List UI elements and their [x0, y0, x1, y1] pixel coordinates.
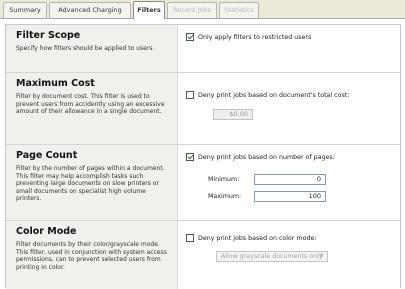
- deny-by-cost-label: Deny print jobs based on document's tota…: [198, 91, 350, 99]
- only-restricted-users-label: Only apply filters to restricted users: [198, 33, 312, 41]
- maximum-cost-section: Maximum Cost Filter by document cost. Th…: [6, 73, 400, 145]
- tab-statistics[interactable]: Statistics: [219, 2, 259, 18]
- maximum-pages-label: Maximum:: [208, 193, 242, 200]
- deny-by-pages-label: Deny print jobs based on number of pages…: [198, 153, 335, 161]
- tab-advanced-charging[interactable]: Advanced Charging: [49, 2, 131, 18]
- deny-by-color-option[interactable]: Deny print jobs based on color mode:: [186, 234, 316, 242]
- minimum-pages-label: Minimum:: [208, 176, 240, 183]
- tab-recent-jobs[interactable]: Recent Jobs: [167, 2, 217, 18]
- filters-panel: Filter Scope Specify how filters should …: [5, 24, 401, 289]
- filter-scope-title: Filter Scope: [16, 30, 81, 41]
- page-count-description: Filter by the number of pages within a d…: [16, 165, 165, 202]
- tab-summary[interactable]: Summary: [3, 2, 47, 18]
- maximum-cost-title: Maximum Cost: [16, 78, 95, 89]
- page-count-options: Deny print jobs based on number of pages…: [178, 145, 400, 220]
- filter-scope-info: Filter Scope Specify how filters should …: [6, 25, 178, 72]
- page-count-section: Page Count Filter by the number of pages…: [6, 145, 400, 221]
- minimum-pages-input[interactable]: 0: [254, 174, 326, 185]
- color-mode-description: Filter documents by their color/grayscal…: [16, 241, 167, 271]
- color-mode-section: Color Mode Filter documents by their col…: [6, 221, 400, 289]
- only-restricted-users-checkbox[interactable]: [186, 33, 194, 41]
- deny-by-cost-checkbox[interactable]: [186, 91, 194, 99]
- filter-scope-section: Filter Scope Specify how filters should …: [6, 25, 400, 73]
- maximum-cost-options: Deny print jobs based on document's tota…: [178, 73, 400, 144]
- tab-bar: Summary Advanced Charging Filters Recent…: [0, 0, 405, 19]
- color-mode-info: Color Mode Filter documents by their col…: [6, 221, 178, 289]
- tab-filters[interactable]: Filters: [133, 1, 165, 19]
- deny-by-cost-option[interactable]: Deny print jobs based on document's tota…: [186, 91, 349, 99]
- maximum-cost-info: Maximum Cost Filter by document cost. Th…: [6, 73, 178, 144]
- max-cost-input[interactable]: $0.00: [213, 109, 253, 120]
- maximum-cost-description: Filter by document cost. This filter is …: [16, 93, 165, 115]
- color-mode-options: Deny print jobs based on color mode: All…: [178, 221, 400, 289]
- color-mode-select[interactable]: Allow grayscale documents only ▼: [216, 251, 328, 262]
- deny-by-pages-checkbox[interactable]: [186, 153, 194, 161]
- filter-scope-description: Specify how filters should be applied to…: [16, 45, 155, 52]
- page-count-info: Page Count Filter by the number of pages…: [6, 145, 178, 220]
- page-count-title: Page Count: [16, 150, 78, 161]
- deny-by-pages-option[interactable]: Deny print jobs based on number of pages…: [186, 153, 335, 161]
- deny-by-color-label: Deny print jobs based on color mode:: [198, 234, 317, 242]
- color-mode-select-value: Allow grayscale documents only: [221, 253, 323, 260]
- maximum-pages-input[interactable]: 100: [254, 191, 326, 202]
- only-restricted-users-option[interactable]: Only apply filters to restricted users: [186, 33, 311, 41]
- chevron-down-icon: ▼: [319, 253, 324, 259]
- deny-by-color-checkbox[interactable]: [186, 234, 194, 242]
- color-mode-title: Color Mode: [16, 226, 77, 237]
- filter-scope-options: Only apply filters to restricted users: [178, 25, 400, 72]
